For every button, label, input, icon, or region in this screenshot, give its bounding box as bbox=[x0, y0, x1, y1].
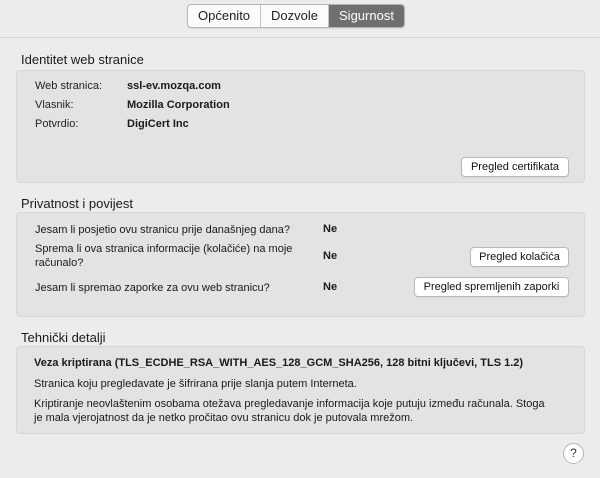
tab-bar: Općenito Dozvole Sigurnost bbox=[187, 4, 405, 28]
cookies-answer: Ne bbox=[323, 250, 338, 262]
tab-security[interactable]: Sigurnost bbox=[329, 5, 404, 27]
verified-by-label: Potvrdio: bbox=[35, 118, 79, 130]
visited-before-question: Jesam li posjetio ovu stranicu prije dan… bbox=[35, 224, 290, 236]
cookies-question-line2: računalo? bbox=[35, 257, 84, 269]
saved-passwords-answer: Ne bbox=[323, 281, 338, 293]
connection-encrypted-text: Veza kriptirana (TLS_ECDHE_RSA_WITH_AES_… bbox=[34, 357, 524, 369]
website-label: Web stranica: bbox=[35, 80, 103, 92]
identity-box: Web stranica: ssl-ev.mozqa.com Vlasnik: … bbox=[16, 70, 585, 183]
privacy-section-title: Privatnost i povijest bbox=[21, 196, 133, 211]
technical-box: Veza kriptirana (TLS_ECDHE_RSA_WITH_AES_… bbox=[16, 346, 585, 434]
visited-before-answer: Ne bbox=[323, 223, 338, 235]
cookies-question-line1: Sprema li ova stranica informacije (kola… bbox=[35, 243, 293, 255]
privacy-box: Jesam li posjetio ovu stranicu prije dan… bbox=[16, 212, 585, 317]
tab-permissions[interactable]: Dozvole bbox=[261, 5, 330, 27]
encryption-explanation-line1: Kriptiranje neovlaštenim osobama otežava… bbox=[34, 398, 545, 410]
view-certificate-button[interactable]: Pregled certifikata bbox=[461, 157, 569, 177]
owner-value: Mozilla Corporation bbox=[127, 99, 230, 111]
header-divider bbox=[0, 37, 600, 38]
encryption-description: Stranica koju pregledavate je šifrirana … bbox=[34, 378, 357, 390]
owner-label: Vlasnik: bbox=[35, 99, 74, 111]
view-cookies-button[interactable]: Pregled kolačića bbox=[470, 247, 569, 267]
website-value: ssl-ev.mozqa.com bbox=[127, 80, 221, 92]
saved-passwords-question: Jesam li spremao zaporke za ovu web stra… bbox=[35, 282, 270, 294]
view-saved-passwords-button[interactable]: Pregled spremljenih zaporki bbox=[414, 277, 569, 297]
tab-general[interactable]: Općenito bbox=[188, 5, 262, 27]
technical-section-title: Tehnički detalji bbox=[21, 330, 106, 345]
help-button[interactable]: ? bbox=[563, 443, 584, 464]
encryption-explanation-line2: je mala vjerojatnost da je netko pročita… bbox=[34, 412, 414, 424]
identity-section-title: Identitet web stranice bbox=[21, 52, 144, 67]
verified-by-value: DigiCert Inc bbox=[127, 118, 189, 130]
